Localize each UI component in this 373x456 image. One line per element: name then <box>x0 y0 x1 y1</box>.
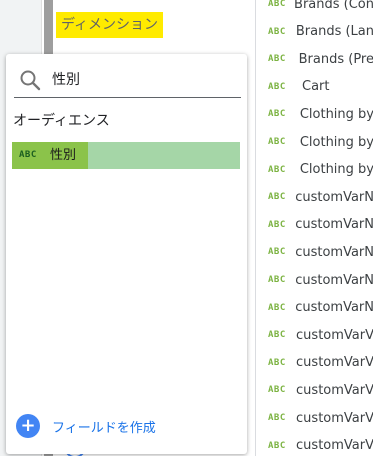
field-list-item[interactable]: ABC customVarN <box>256 211 373 239</box>
plus-icon: + <box>16 414 40 438</box>
field-label: customVarN <box>295 272 373 288</box>
search-bar <box>14 62 241 98</box>
field-label: customVarV <box>296 410 373 426</box>
text-type-badge: ABC <box>19 150 37 160</box>
field-label: customVarN <box>295 244 373 260</box>
text-type-badge: ABC <box>268 330 286 341</box>
field-list-item[interactable]: ABC Clothing by <box>256 128 373 156</box>
text-type-badge: ABC <box>268 357 286 368</box>
available-fields-list: ABC Brands (Con ABC Brands (Lan ABC Brands (P… <box>255 0 373 456</box>
field-list-item[interactable]: ABC customVarV <box>256 349 373 377</box>
field-label: Brands (Con <box>294 0 373 12</box>
section-title-audience: オーディエンス <box>13 113 110 129</box>
field-label: Brands (Pre <box>298 51 373 67</box>
text-type-badge: ABC <box>268 164 286 175</box>
field-list-item[interactable]: ABC customVarV <box>256 404 373 432</box>
field-list-item[interactable]: ABC customVarN <box>256 266 373 294</box>
field-label: customVarN <box>295 300 373 316</box>
result-label: 性別 <box>50 148 77 163</box>
field-label: Clothing by <box>299 134 373 150</box>
text-type-badge: ABC <box>268 26 286 37</box>
field-list-item[interactable]: ABC customVarV <box>256 432 373 456</box>
dimension-label: ディメンション <box>56 12 164 38</box>
field-label: customVarN <box>295 189 373 205</box>
text-type-badge: ABC <box>268 219 286 230</box>
text-type-badge: ABC <box>268 54 286 65</box>
field-list-item[interactable]: ABC customVarV <box>256 376 373 404</box>
search-input[interactable] <box>52 62 237 96</box>
text-type-badge: ABC <box>268 385 286 396</box>
field-label: Clothing by <box>299 106 373 122</box>
text-type-badge: ABC <box>268 302 286 313</box>
field-label: Clothing by <box>299 162 373 178</box>
field-list-item[interactable]: ABC customVarV <box>256 321 373 349</box>
field-list-item[interactable]: ABC Cart <box>256 73 373 101</box>
field-list-item[interactable]: ABC Brands (Lan <box>256 18 373 46</box>
field-label: customVarV <box>296 355 373 371</box>
text-type-badge: ABC <box>268 413 286 423</box>
field-list-item[interactable]: ABC customVarN <box>256 294 373 322</box>
search-result-item[interactable]: ABC 性別 <box>12 142 240 169</box>
field-label: customVarV <box>296 327 373 343</box>
field-list-item[interactable]: ABC Clothing by <box>256 100 373 128</box>
field-label: customVarV <box>296 382 373 398</box>
text-type-badge: ABC <box>268 0 286 9</box>
create-field-button[interactable]: + フィールドを作成 <box>16 414 156 438</box>
field-list-item[interactable]: ABC Clothing by <box>256 156 373 184</box>
text-type-badge: ABC <box>268 81 286 92</box>
field-picker-popup: オーディエンス ABC 性別 + フィールドを作成 <box>6 54 247 454</box>
text-type-badge: ABC <box>268 275 286 285</box>
field-list-item[interactable]: ABC Brands (Con <box>256 0 373 18</box>
field-list-item[interactable]: ABC Brands (Pre <box>256 45 373 73</box>
field-list-item[interactable]: ABC customVarN <box>256 238 373 266</box>
text-type-badge: ABC <box>268 109 286 120</box>
field-list-item[interactable]: ABC customVarN <box>256 183 373 211</box>
field-label: Cart <box>302 79 330 95</box>
field-label: customVarN <box>295 217 373 233</box>
text-type-badge: ABC <box>268 137 286 147</box>
text-type-badge: ABC <box>268 440 286 451</box>
text-type-badge: ABC <box>268 247 286 258</box>
field-label: customVarV <box>296 438 373 454</box>
search-icon <box>20 70 41 91</box>
field-label: Brands (Lan <box>295 24 373 40</box>
create-field-label: フィールドを作成 <box>52 420 156 436</box>
text-type-badge: ABC <box>268 192 286 203</box>
